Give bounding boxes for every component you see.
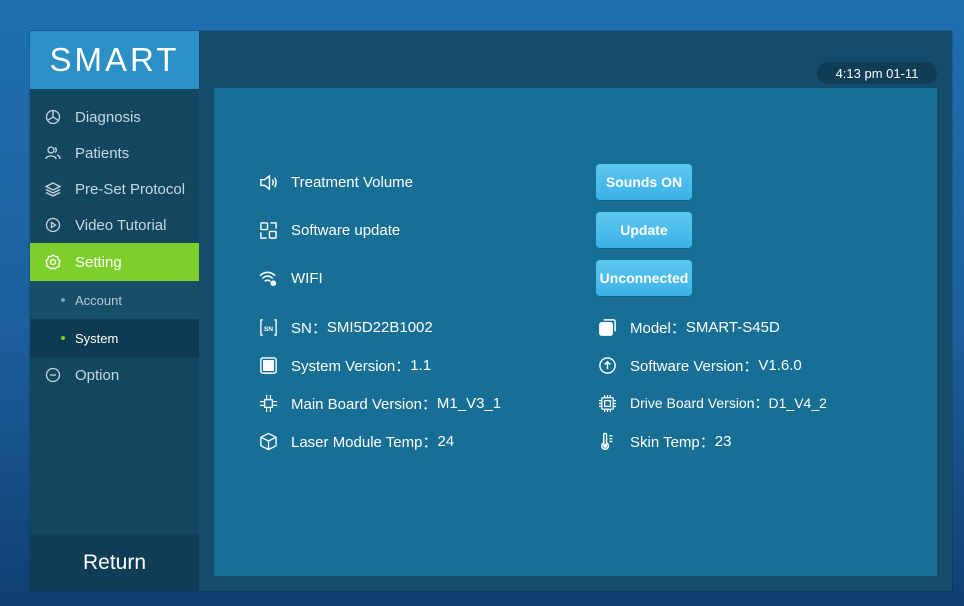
processor-icon <box>597 393 617 413</box>
diagnosis-icon <box>44 108 62 126</box>
upload-circle-icon <box>597 355 617 375</box>
sn-label: SN： <box>291 319 327 337</box>
model-label: Model： <box>630 319 686 337</box>
serial-number-icon: SN <box>258 317 278 337</box>
sn-row: SN SN： SMI5D22B1002 <box>258 315 433 339</box>
wifi-row: WIFI <box>258 266 323 290</box>
sidebar-nav: Diagnosis Patients Pre-Set Protocol Vide… <box>30 99 199 393</box>
main-board-version-label: Main Board Version： <box>291 395 437 413</box>
gear-icon <box>44 253 62 271</box>
main-board-version-row: Main Board Version： M1_V3_1 <box>258 391 501 415</box>
layers-icon <box>44 180 62 198</box>
system-version-label: System Version： <box>291 357 411 375</box>
software-version-value: V1.6.0 <box>758 356 802 374</box>
laser-module-temp-row: Laser Module Temp： 24 <box>258 429 454 453</box>
update-icon <box>258 220 278 240</box>
return-button[interactable]: Return <box>30 534 199 591</box>
sidebar: SMART Diagnosis Patients Pre-Set Protoco… <box>30 31 199 591</box>
system-settings-panel: Treatment Volume Sounds ON Software upda… <box>214 88 937 576</box>
speaker-icon <box>258 172 278 192</box>
wifi-settings-icon <box>258 268 278 288</box>
sidebar-item-label: Pre-Set Protocol <box>75 180 186 198</box>
sidebar-item-label: Video Tutorial <box>75 216 167 234</box>
bullet-icon <box>61 298 65 302</box>
circuit-board-icon <box>258 393 278 413</box>
system-version-row: System Version： 1.1 <box>258 353 431 377</box>
sidebar-item-patients[interactable]: Patients <box>30 135 199 171</box>
sn-value: SMI5D22B1002 <box>326 318 433 336</box>
sidebar-item-diagnosis[interactable]: Diagnosis <box>30 99 199 135</box>
option-icon <box>44 366 62 384</box>
software-update-label: Software update <box>291 221 401 239</box>
sidebar-item-label: Diagnosis <box>75 108 141 126</box>
skin-temp-row: Skin Temp： 23 <box>597 429 731 453</box>
sidebar-subitem-account[interactable]: Account <box>30 281 199 319</box>
software-version-row: Software Version： V1.6.0 <box>597 353 802 377</box>
system-version-value: 1.1 <box>410 356 432 374</box>
chip-square-icon <box>258 355 278 375</box>
software-update-row: Software update <box>258 218 400 242</box>
svg-text:SN: SN <box>263 325 272 332</box>
laser-module-temp-label: Laser Module Temp： <box>291 433 438 451</box>
sidebar-item-video-tutorial[interactable]: Video Tutorial <box>30 207 199 243</box>
sidebar-item-label: Option <box>75 366 120 384</box>
sidebar-subitem-system[interactable]: System <box>30 319 199 357</box>
app-logo: SMART <box>30 31 199 89</box>
skin-temp-value: 23 <box>714 432 732 450</box>
wifi-label: WIFI <box>291 269 323 287</box>
sidebar-item-label: Setting <box>75 253 122 271</box>
sidebar-subitem-label: Account <box>75 292 122 308</box>
main-board-version-value: M1_V3_1 <box>436 394 502 412</box>
setting-submenu: Account System <box>30 281 199 357</box>
patients-icon <box>44 144 62 162</box>
model-row: Model： SMART-S45D <box>597 315 780 339</box>
play-icon <box>44 216 62 234</box>
update-button[interactable]: Update <box>596 212 692 248</box>
sidebar-subitem-label: System <box>75 330 119 346</box>
skin-temp-label: Skin Temp： <box>630 433 715 451</box>
cube-icon <box>258 431 278 451</box>
sidebar-item-pre-set-protocol[interactable]: Pre-Set Protocol <box>30 171 199 207</box>
thermometer-icon <box>597 431 617 451</box>
sidebar-item-label: Patients <box>75 144 130 162</box>
clock-display: 4:13 pm 01-11 <box>817 62 937 84</box>
drive-board-version-label: Drive Board Version： <box>630 395 769 411</box>
laser-module-temp-value: 24 <box>437 432 455 450</box>
model-value: SMART-S45D <box>685 318 780 336</box>
sounds-toggle-button[interactable]: Sounds ON <box>596 164 692 200</box>
treatment-volume-row: Treatment Volume <box>258 170 413 194</box>
software-version-label: Software Version： <box>630 357 759 375</box>
drive-board-version-row: Drive Board Version： D1_V4_2 <box>597 391 827 415</box>
app-window: SMART Diagnosis Patients Pre-Set Protoco… <box>30 31 952 591</box>
copy-icon <box>597 317 617 337</box>
sidebar-item-option[interactable]: Option <box>30 357 199 393</box>
treatment-volume-label: Treatment Volume <box>291 173 413 191</box>
bullet-icon <box>61 336 65 340</box>
drive-board-version-value: D1_V4_2 <box>768 395 827 411</box>
wifi-status-button[interactable]: Unconnected <box>596 260 692 296</box>
sidebar-item-setting[interactable]: Setting <box>30 243 199 281</box>
